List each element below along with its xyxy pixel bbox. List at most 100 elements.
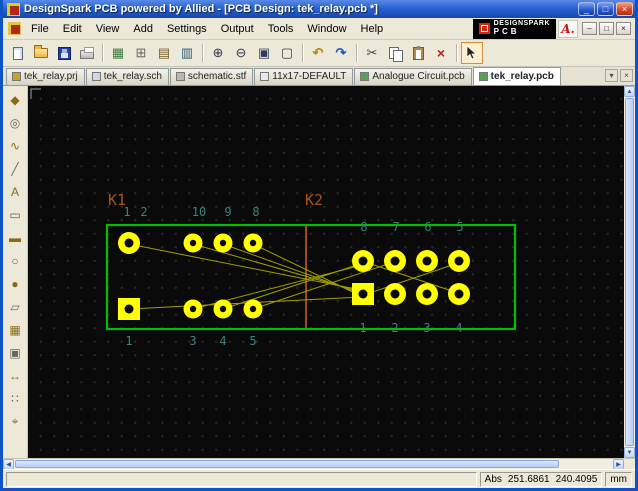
- rectangle-tool-button[interactable]: ▭: [5, 204, 26, 225]
- snap-button[interactable]: ⊞: [130, 42, 152, 64]
- tab-tek-relay-pcb[interactable]: tek_relay.pcb: [472, 67, 561, 85]
- coordinates-panel: Abs 251.6861 240.4095: [479, 471, 603, 487]
- zoom-in-icon: ⊕: [212, 45, 224, 60]
- board-outline-tool-button[interactable]: ▣: [5, 342, 26, 363]
- grid-button[interactable]: ▦: [107, 42, 129, 64]
- open-button[interactable]: [30, 42, 52, 64]
- horizontal-scroll-thumb[interactable]: [15, 460, 559, 468]
- pin-number[interactable]: 4: [219, 334, 226, 348]
- main-area: ◆ ◎ ∿ ╱ A ▭ ▬ ○ ● ▱ ▦ ▣ ↔ ∷ ⌖ K1 K2 1 2 …: [3, 86, 635, 458]
- board-outline[interactable]: [105, 223, 517, 331]
- cut-button[interactable]: ✂: [361, 42, 383, 64]
- pin-number[interactable]: 3: [189, 334, 196, 348]
- menu-add[interactable]: Add: [126, 20, 160, 38]
- pcb-drawing[interactable]: K1 K2 1 2 10 9 8 8 7 6 5 1 3 4 5 1 2 3 4: [28, 86, 624, 458]
- pin-number[interactable]: 9: [224, 205, 231, 219]
- ratsnest-line[interactable]: [128, 243, 362, 291]
- tab-tek-relay-sch[interactable]: tek_relay.sch: [85, 68, 169, 85]
- delete-button[interactable]: ×: [430, 42, 452, 64]
- scroll-up-button[interactable]: ▲: [624, 86, 635, 97]
- filled-rectangle-tool-button[interactable]: ▬: [5, 227, 26, 248]
- track-tool-button[interactable]: ∿: [5, 135, 26, 156]
- menu-window[interactable]: Window: [300, 20, 353, 38]
- titlebar[interactable]: DesignSpark PCB powered by Allied - [PCB…: [3, 0, 635, 18]
- polygon-tool-button[interactable]: ▱: [5, 296, 26, 317]
- redo-button[interactable]: ↷: [330, 42, 352, 64]
- pin-number[interactable]: 8: [252, 205, 259, 219]
- vertical-scroll-thumb[interactable]: [625, 98, 634, 446]
- tab-menu-button[interactable]: ▾: [605, 69, 618, 82]
- pad-tool-button[interactable]: ◎: [5, 112, 26, 133]
- menu-output[interactable]: Output: [214, 20, 261, 38]
- text-tool-button[interactable]: A: [5, 181, 26, 202]
- copy-icon: [388, 46, 403, 62]
- origin-tool-button[interactable]: ⌖: [5, 411, 26, 432]
- menu-help[interactable]: Help: [354, 20, 391, 38]
- menu-edit[interactable]: Edit: [56, 20, 89, 38]
- array-tool-button[interactable]: ∷: [5, 388, 26, 409]
- close-button[interactable]: ×: [616, 2, 633, 16]
- pin-number[interactable]: 1: [359, 321, 366, 335]
- component-tool-button[interactable]: ◆: [5, 89, 26, 110]
- dimension-tool-button[interactable]: ↔: [5, 365, 26, 386]
- menu-tools[interactable]: Tools: [261, 20, 301, 38]
- pin-number[interactable]: 6: [424, 220, 431, 234]
- tab-11x17-default[interactable]: 11x17-DEFAULT: [254, 68, 354, 85]
- maximize-button[interactable]: □: [597, 2, 614, 16]
- pad-hole: [189, 305, 197, 313]
- pin-number[interactable]: 4: [455, 321, 462, 335]
- zoom-window-button[interactable]: ▣: [253, 42, 275, 64]
- zoom-out-button[interactable]: ⊖: [230, 42, 252, 64]
- new-button[interactable]: [7, 42, 29, 64]
- save-disk-icon: [57, 46, 71, 60]
- horizontal-scrollbar[interactable]: ◀ ▶: [3, 458, 635, 470]
- menu-file[interactable]: File: [24, 20, 56, 38]
- vertical-scrollbar[interactable]: ▲ ▼: [624, 86, 635, 458]
- pin-number[interactable]: 2: [140, 205, 147, 219]
- design-browser-button[interactable]: ▥: [176, 42, 198, 64]
- scroll-down-button[interactable]: ▼: [624, 447, 635, 458]
- ref-label-k2[interactable]: K2: [305, 191, 323, 209]
- document-icon: [8, 22, 21, 35]
- ratsnest-lines[interactable]: [128, 243, 459, 310]
- save-button[interactable]: [53, 42, 75, 64]
- stf-file-icon: [175, 72, 185, 81]
- mdi-restore-button[interactable]: □: [599, 22, 614, 35]
- pin-number[interactable]: 2: [391, 321, 398, 335]
- menu-settings[interactable]: Settings: [160, 20, 214, 38]
- print-button[interactable]: [76, 42, 98, 64]
- copper-pour-tool-button[interactable]: ▦: [5, 319, 26, 340]
- ratsnest-line[interactable]: [364, 261, 459, 294]
- pin-number[interactable]: 1: [123, 205, 130, 219]
- cut-scissors-icon: ✂: [366, 45, 378, 60]
- menu-view[interactable]: View: [89, 20, 127, 38]
- pads-k1[interactable]: [118, 232, 263, 320]
- layers-button[interactable]: ▤: [153, 42, 175, 64]
- tab-analogue-circuit-pcb[interactable]: Analogue Circuit.pcb: [354, 68, 472, 85]
- pin-number[interactable]: 10: [192, 205, 206, 219]
- tab-close-button[interactable]: ×: [620, 69, 633, 82]
- zoom-in-button[interactable]: ⊕: [207, 42, 229, 64]
- filled-circle-tool-button[interactable]: ●: [5, 273, 26, 294]
- line-tool-button[interactable]: ╱: [5, 158, 26, 179]
- circle-tool-button[interactable]: ○: [5, 250, 26, 271]
- pin-number[interactable]: 5: [249, 334, 256, 348]
- undo-button[interactable]: ↶: [307, 42, 329, 64]
- pin-number[interactable]: 5: [456, 220, 463, 234]
- mdi-close-button[interactable]: ×: [616, 22, 631, 35]
- zoom-all-button[interactable]: ▢: [276, 42, 298, 64]
- copy-button[interactable]: [384, 42, 406, 64]
- pin-number[interactable]: 7: [392, 220, 399, 234]
- select-pointer-button[interactable]: [461, 42, 483, 64]
- mdi-minimize-button[interactable]: –: [582, 22, 597, 35]
- horizontal-scroll-track[interactable]: [560, 459, 613, 469]
- printer-icon: [80, 47, 94, 59]
- tab-schematic-stf[interactable]: schematic.stf: [169, 68, 254, 85]
- tab-tek-relay-prj[interactable]: tek_relay.prj: [6, 68, 85, 85]
- paste-button[interactable]: [407, 42, 429, 64]
- pin-number[interactable]: 3: [423, 321, 430, 335]
- pin-number[interactable]: 1: [125, 334, 132, 348]
- pin-number[interactable]: 8: [360, 220, 367, 234]
- minimize-button[interactable]: _: [578, 2, 595, 16]
- pcb-canvas[interactable]: K1 K2 1 2 10 9 8 8 7 6 5 1 3 4 5 1 2 3 4: [28, 86, 624, 458]
